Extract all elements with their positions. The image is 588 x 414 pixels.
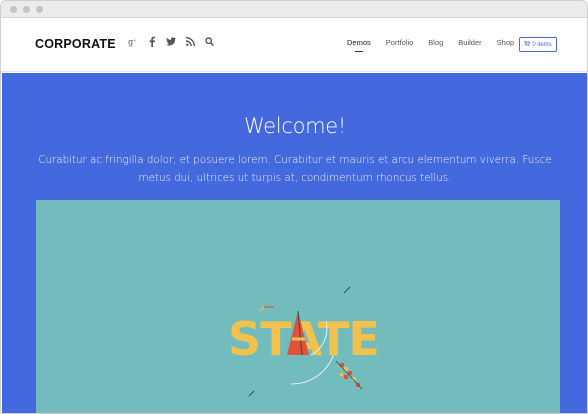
- facebook-icon[interactable]: [147, 35, 157, 47]
- nav-label: Shop: [496, 38, 515, 47]
- nav-label: Portfolio: [385, 38, 414, 47]
- nav-item-builder[interactable]: Builder: [458, 38, 481, 47]
- cart-icon: [524, 40, 531, 48]
- svg-text:+: +: [133, 37, 137, 43]
- browser-window: CORPORATE g + Demos Portfolio Blog Build…: [0, 0, 588, 414]
- main-nav: Demos Portfolio Blog Builder Shop: [347, 38, 529, 52]
- nav-label: Blog: [428, 38, 444, 47]
- social-links: g +: [128, 35, 214, 47]
- state-artwork: STATE: [228, 286, 380, 397]
- nav-item-demos[interactable]: Demos: [347, 38, 371, 52]
- nav-item-blog[interactable]: Blog: [428, 38, 443, 47]
- window-maximize-dot[interactable]: [36, 5, 43, 13]
- hero-text: Curabitur ac fringilla dolor, et posuere…: [38, 154, 552, 184]
- cart-label: 0 items: [532, 41, 552, 48]
- cart-button[interactable]: 0 items: [519, 37, 557, 52]
- showcase-image: STATE: [36, 200, 560, 413]
- hero-section: Welcome! Curabitur ac fringilla dolor, e…: [2, 73, 587, 413]
- window-close-dot[interactable]: [10, 5, 17, 13]
- search-icon[interactable]: [204, 35, 214, 47]
- window-minimize-dot[interactable]: [23, 5, 30, 13]
- hero-title: Welcome!: [243, 114, 347, 138]
- rss-icon[interactable]: [185, 35, 195, 47]
- active-indicator: [355, 51, 363, 52]
- google-plus-icon[interactable]: g +: [128, 35, 138, 47]
- window-titlebar: [1, 1, 587, 18]
- nav-label: Builder: [458, 38, 482, 47]
- nav-label: Demos: [347, 38, 371, 47]
- site-logo[interactable]: CORPORATE: [35, 37, 116, 51]
- nav-item-shop[interactable]: Shop: [497, 38, 515, 47]
- nav-item-portfolio[interactable]: Portfolio: [386, 38, 414, 47]
- site-header: CORPORATE g + Demos Portfolio Blog Build…: [1, 18, 587, 72]
- twitter-icon[interactable]: [166, 35, 176, 47]
